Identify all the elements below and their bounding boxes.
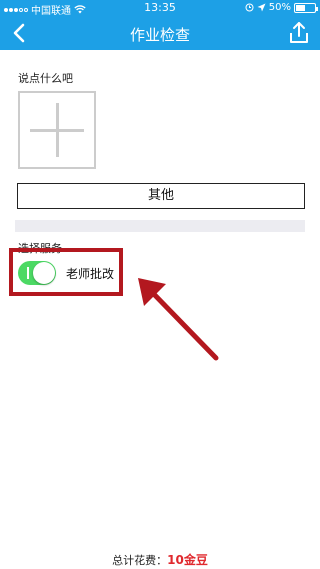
add-photo-button[interactable] — [18, 91, 96, 169]
battery-level — [296, 4, 305, 11]
status-right: 50% — [245, 2, 318, 13]
status-bar: 中国联通 13:35 50% — [0, 0, 320, 17]
total-cost-label: 总计花费： — [112, 554, 168, 567]
page-title: 作业检查 — [129, 26, 190, 44]
total-cost-value: 10金豆 — [167, 553, 208, 567]
other-button[interactable]: 其他 — [17, 183, 305, 209]
share-upload-icon[interactable] — [286, 20, 312, 46]
plus-icon — [30, 103, 84, 157]
location-icon — [257, 3, 266, 12]
battery-icon — [294, 2, 318, 13]
alarm-icon — [245, 3, 254, 12]
footer-total: 总计花费：10金豆 — [0, 551, 320, 568]
nav-bar: 作业检查 — [0, 16, 320, 50]
battery-percent: 50% — [268, 2, 291, 13]
prompt-label: 说点什么吧 — [18, 72, 73, 85]
annotation-arrow-icon — [138, 278, 219, 361]
section-divider — [15, 220, 305, 232]
annotation-highlight-box — [9, 248, 123, 296]
